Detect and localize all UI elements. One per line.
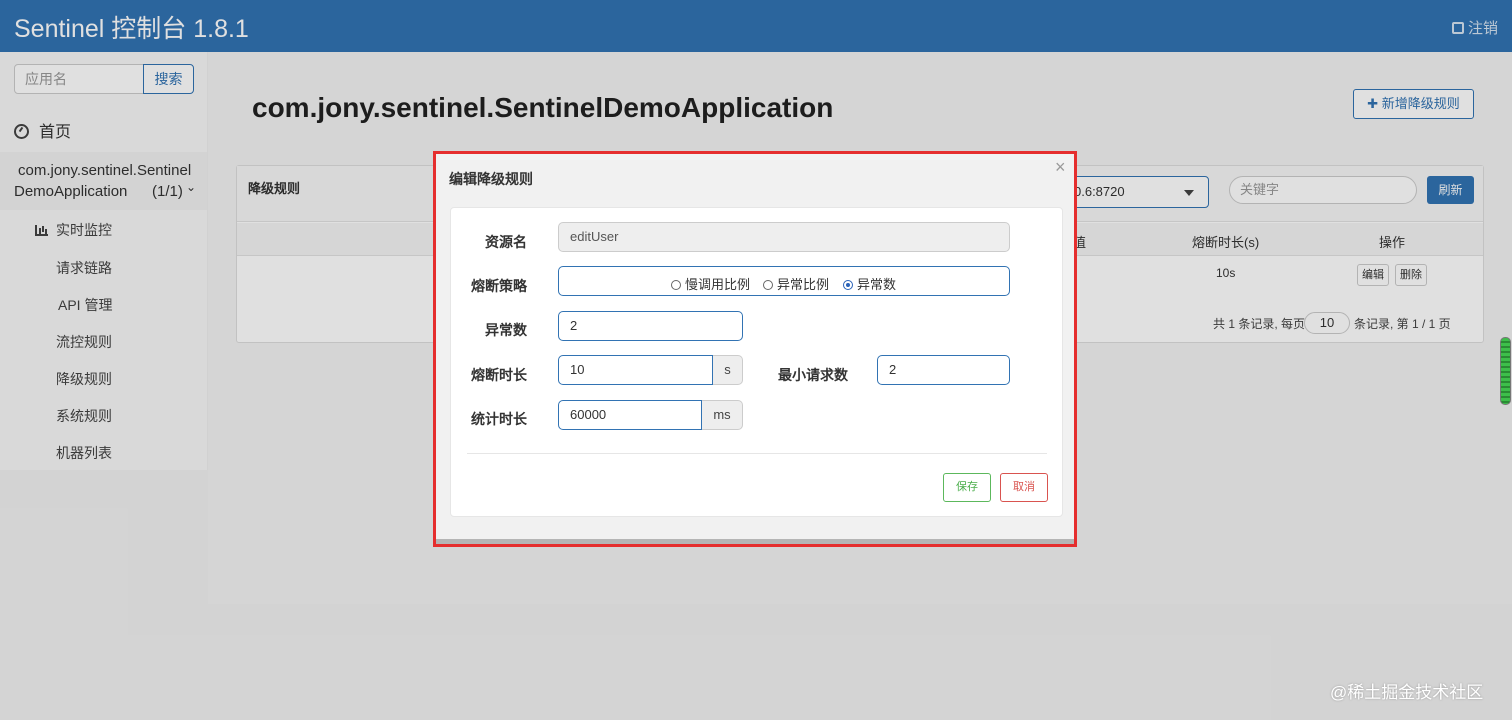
radio-label: 异常数 — [857, 277, 897, 292]
stat-interval-field[interactable]: 60000 — [558, 400, 702, 430]
dialog-form: 资源名 editUser 熔断策略 慢调用比例 异常比例 异常数 异常数 2 熔… — [450, 207, 1063, 517]
resource-name-field: editUser — [558, 222, 1010, 252]
stat-interval-label: 统计时长 — [471, 411, 527, 427]
dialog-title: 编辑降级规则 — [449, 171, 533, 187]
exception-count-label: 异常数 — [485, 322, 527, 338]
min-request-label: 最小请求数 — [778, 367, 848, 383]
cancel-button[interactable]: 取消 — [1000, 473, 1048, 502]
edit-degrade-rule-dialog: 编辑降级规则 × 资源名 editUser 熔断策略 慢调用比例 异常比例 异常… — [436, 154, 1074, 544]
strategy-radio-group: 慢调用比例 异常比例 异常数 — [558, 266, 1010, 296]
duration-label: 熔断时长 — [471, 367, 527, 383]
form-divider — [467, 453, 1047, 454]
min-request-field[interactable]: 2 — [877, 355, 1010, 385]
exception-count-field[interactable]: 2 — [558, 311, 743, 341]
radio-icon — [671, 280, 681, 290]
radio-slow-ratio[interactable]: 慢调用比例 — [671, 274, 750, 293]
watermark: @稀土掘金技术社区 — [1330, 683, 1484, 702]
radio-checked-icon — [843, 280, 853, 290]
floating-scroll-widget[interactable] — [1500, 337, 1511, 405]
stat-interval-unit: ms — [702, 400, 743, 430]
resource-label: 资源名 — [485, 234, 527, 250]
duration-field[interactable]: 10 — [558, 355, 713, 385]
radio-label: 慢调用比例 — [685, 277, 751, 292]
radio-label: 异常比例 — [777, 277, 830, 292]
strategy-label: 熔断策略 — [471, 278, 527, 294]
close-icon[interactable]: × — [1055, 157, 1066, 178]
duration-unit: s — [713, 355, 743, 385]
radio-error-count[interactable]: 异常数 — [843, 274, 896, 293]
save-button[interactable]: 保存 — [943, 473, 991, 502]
radio-error-ratio[interactable]: 异常比例 — [763, 274, 829, 293]
radio-icon — [763, 280, 773, 290]
